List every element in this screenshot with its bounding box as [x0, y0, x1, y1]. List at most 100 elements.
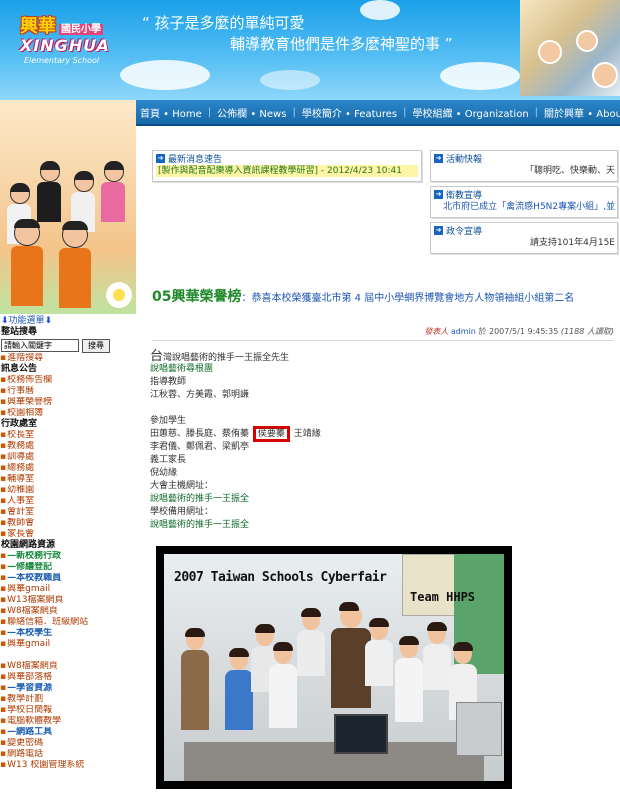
photo-figure: [269, 642, 297, 728]
bullet-icon: ▪: [0, 496, 7, 506]
bullet-icon: ▪: [0, 485, 7, 495]
bullet-icon: ▪: [0, 375, 7, 385]
sidebar-item-honor[interactable]: ▪興華榮譽榜: [0, 397, 136, 408]
activity-ticker[interactable]: 「聰明吃、快樂動、天: [431, 165, 617, 177]
sidebar-item-counseling[interactable]: ▪輔導室: [0, 474, 136, 485]
bullet-icon: ▪: [0, 672, 7, 682]
sidebar-item-network[interactable]: ▪—本校教職員: [0, 573, 136, 584]
slogan-line-2: 輔導教育他們是件多麼神聖的事 ”: [230, 35, 453, 53]
sidebar-item-network[interactable]: ▪變更密碼: [0, 738, 136, 749]
sidebar-item-network[interactable]: ▪—修繕登記: [0, 562, 136, 573]
search-input[interactable]: [1, 339, 79, 352]
sidebar-item-network[interactable]: ▪—新校務行政: [0, 551, 136, 562]
bullet-icon: ▪: [0, 562, 7, 572]
bullet-icon: ▪: [0, 452, 7, 462]
cloud-decoration: [440, 62, 520, 90]
nav-separator: |: [292, 106, 296, 118]
cyberfair-photo: 2007 Taiwan Schools Cyberfair Team HHPS: [156, 546, 512, 789]
bullet-icon: ▪: [0, 661, 7, 671]
bullet-icon: ▪: [0, 628, 7, 638]
health-ticker[interactable]: 北市府已成立「禽流感H5N2專案小組」,並: [431, 201, 617, 213]
school-logo[interactable]: 興華 國民小學 XINGHUA Elementary School: [16, 10, 132, 68]
bullet-icon: ▪: [0, 683, 7, 693]
advanced-search-link[interactable]: ▪進階搜尋: [0, 353, 136, 364]
sidebar-item-discipline[interactable]: ▪訓導處: [0, 452, 136, 463]
news-ticker[interactable]: [製作與配音配樂導入資訊課程教學研習] - 2012/4/23 10:41: [156, 165, 418, 177]
sidebar-item-network[interactable]: ▪W13 校園管理系統: [0, 760, 136, 771]
bullet-icon: ▪: [0, 397, 7, 407]
sidebar-item-network[interactable]: ▪W13檔案網頁: [0, 595, 136, 606]
bullet-icon: ▪: [0, 529, 7, 539]
bullet-icon: ▪: [0, 716, 7, 726]
admin-section-heading: 行政處室: [1, 419, 38, 429]
info-list: ▪校務佈告欄 ▪行事曆 ▪興華榮譽榜 ▪校園相簿: [0, 375, 136, 419]
sidebar-item-network[interactable]: ▪電腦軟體教學: [0, 716, 136, 727]
sidebar-item-network[interactable]: ▪學校日簡報: [0, 705, 136, 716]
nav-features[interactable]: 學校簡介 • Features: [298, 105, 401, 120]
body-line: 田蕙慈、滕長庭、蔡侑蓁 侯要蓁 王靖緣: [150, 426, 600, 442]
search-button[interactable]: 搜尋: [82, 338, 110, 353]
nav-separator: |: [534, 106, 539, 118]
sidebar-item-teachers-union[interactable]: ▪教師會: [0, 518, 136, 529]
sidebar-item-kindergarten[interactable]: ▪幼稚園: [0, 485, 136, 496]
government-ticker[interactable]: 請支持101年4月15E: [431, 237, 617, 249]
sidebar-item-general[interactable]: ▪總務處: [0, 463, 136, 474]
network-section-heading: 校園網路資源: [1, 540, 56, 550]
meta-reads: (1188 人讀取): [560, 327, 614, 336]
sidebar-item-network[interactable]: ▪興華gmail: [0, 584, 136, 595]
sidebar-item-network[interactable]: ▪興華部落格: [0, 672, 136, 683]
photo-scene: 2007 Taiwan Schools Cyberfair Team HHPS: [164, 554, 504, 781]
nav-about[interactable]: 關於興華 • About: [540, 105, 620, 120]
sidebar-item-network[interactable]: ▪—學習資源: [0, 683, 136, 694]
sidebar-item-network[interactable]: ▪—網路工具: [0, 727, 136, 738]
sidebar-item-album[interactable]: ▪校園相簿: [0, 408, 136, 419]
body-line: 參加學生: [150, 416, 187, 426]
nav-organization[interactable]: 學校組織 • Organization: [408, 105, 532, 120]
nav-separator: |: [207, 106, 212, 118]
sidebar-item-personnel[interactable]: ▪人事室: [0, 496, 136, 507]
bullet-icon: ▪: [0, 606, 7, 616]
arrow-right-icon: ➜: [434, 225, 443, 235]
body-line: 李君儀、鄭佩君、梁凱亭: [150, 442, 250, 452]
sidebar-item-calendar[interactable]: ▪行事曆: [0, 386, 136, 397]
activity-title: ➜ 活動快報: [434, 153, 483, 165]
body-line: 義工家長: [150, 455, 187, 465]
printer: [456, 702, 502, 756]
bullet-icon: ▪: [0, 760, 7, 770]
body-link[interactable]: 說唱藝術的推手一王振全: [150, 493, 600, 506]
sidebar-item-network[interactable]: ▪W8檔案網頁: [0, 606, 136, 617]
bullet-icon: ▪: [0, 353, 7, 363]
photo-figure: [101, 161, 125, 222]
bullet-icon: ▪: [0, 584, 7, 594]
bullet-icon: ▪: [0, 573, 7, 583]
body-line: 學校備用網址：: [150, 507, 214, 517]
sidebar-item-academic[interactable]: ▪教務處: [0, 441, 136, 452]
sidebar-item-network[interactable]: ▪網路電話: [0, 749, 136, 760]
bullet-icon: ▪: [0, 705, 7, 715]
sidebar-item-network[interactable]: ▪聯絡信箱．班級網站: [0, 617, 136, 628]
bullet-icon: ▪: [0, 507, 7, 517]
nav-home[interactable]: 首頁 • Home: [136, 105, 206, 120]
body-link[interactable]: 說唱藝術的推手一王振全: [150, 519, 600, 532]
sidebar-item-network[interactable]: ▪—本校學生: [0, 628, 136, 639]
function-menu-heading: ⬇功能選單⬇: [1, 316, 53, 326]
bullet-icon: ▪: [0, 551, 7, 561]
logo-chinese: 興華 國民小學: [20, 16, 103, 37]
sidebar-item-bulletin[interactable]: ▪校務佈告欄: [0, 375, 136, 386]
bullet-icon: ▪: [0, 727, 7, 737]
header-classroom-photo: [520, 0, 620, 96]
sidebar-item-principal[interactable]: ▪校長室: [0, 430, 136, 441]
photo-figure: [37, 161, 61, 222]
bullet-icon: ▪: [0, 474, 7, 484]
body-link[interactable]: 說唱藝術尋根團: [150, 363, 600, 376]
article-category: 05興華榮譽榜: [152, 289, 242, 305]
sidebar-item-network[interactable]: ▪W8檔案網頁: [0, 661, 136, 672]
sidebar-item-accounting[interactable]: ▪會計室: [0, 507, 136, 518]
meta-author[interactable]: admin: [451, 327, 476, 336]
health-box: ➜ 衛教宣導 北市府已成立「禽流感H5N2專案小組」,並: [430, 186, 618, 218]
sidebar-item-parents[interactable]: ▪家長會: [0, 529, 136, 540]
sidebar-item-network[interactable]: ▪教學計劃: [0, 694, 136, 705]
nav-news[interactable]: 公佈欄 • News: [213, 105, 290, 120]
sidebar-item-network[interactable]: ▪興華gmail: [0, 639, 136, 650]
